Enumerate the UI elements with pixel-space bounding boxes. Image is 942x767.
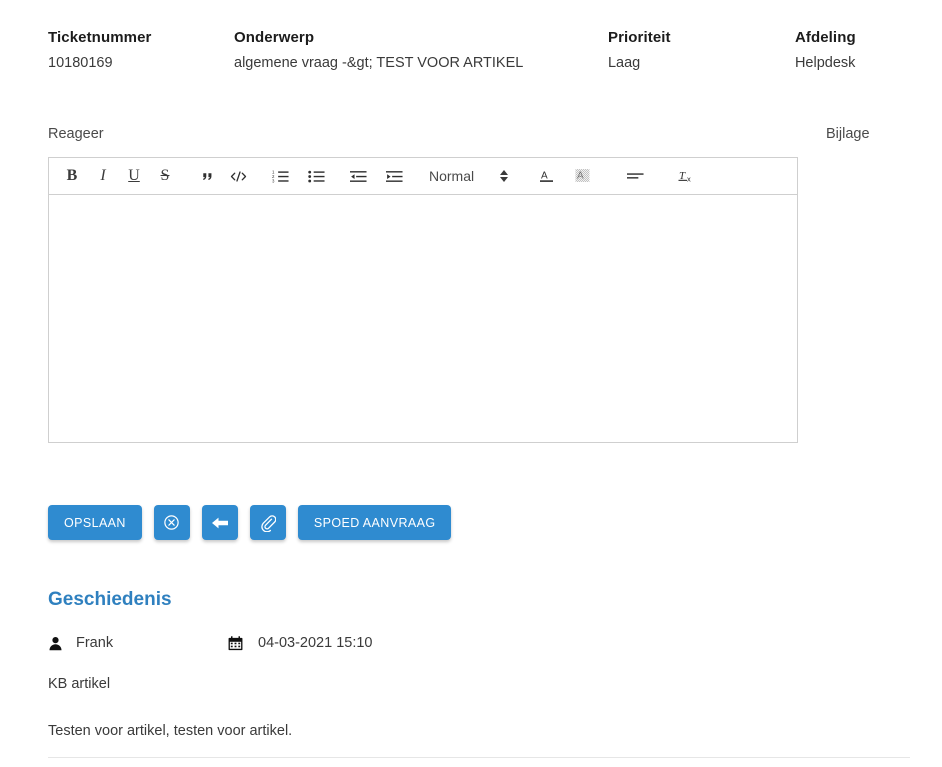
field-onderwerp: Onderwerp algemene vraag -&gt; TEST VOOR… xyxy=(234,28,608,73)
chevron-updown-icon xyxy=(500,170,509,182)
svg-text:3: 3 xyxy=(272,178,275,183)
history-divider xyxy=(48,757,910,758)
history-subject: KB artikel xyxy=(48,676,111,692)
blockquote-icon[interactable] xyxy=(194,163,220,189)
history-entry-meta: Frank 04-03-2021 15:10 xyxy=(48,633,373,653)
svg-text:x: x xyxy=(687,174,691,183)
reply-textarea[interactable] xyxy=(48,195,798,443)
heading-select[interactable]: Normal xyxy=(429,166,509,186)
attach-button[interactable] xyxy=(249,505,286,540)
history-body: Testen voor artikel, testen voor artikel… xyxy=(48,723,293,739)
editor-toolbar: B I U S 1 2 3 Normal A T x xyxy=(48,157,798,195)
history-user: Frank xyxy=(48,633,228,653)
field-label-ticketnummer: Ticketnummer xyxy=(48,29,152,46)
clear-format-icon[interactable]: T x xyxy=(674,163,700,189)
text-color-icon[interactable]: A xyxy=(534,163,560,189)
reply-label: Reageer xyxy=(48,126,104,142)
reply-editor: B I U S 1 2 3 Normal A T x xyxy=(48,157,798,443)
attachment-label: Bijlage xyxy=(826,126,870,142)
bold-icon[interactable]: B xyxy=(59,163,85,189)
urgent-request-button[interactable]: SPOED AANVRAAG xyxy=(297,505,452,540)
history-date-value: 04-03-2021 15:10 xyxy=(258,635,373,651)
calendar-icon xyxy=(228,635,246,651)
highlight-color-icon[interactable]: A xyxy=(570,163,596,189)
ticket-info-header: Ticketnummer 10180169 Onderwerp algemene… xyxy=(48,28,910,73)
outdent-icon[interactable] xyxy=(345,163,371,189)
field-value-ticketnummer: 10180169 xyxy=(48,55,113,71)
code-icon[interactable] xyxy=(225,163,251,189)
history-date: 04-03-2021 15:10 xyxy=(228,633,373,653)
back-button[interactable] xyxy=(201,505,238,540)
field-prioriteit: Prioriteit Laag xyxy=(608,28,795,73)
field-value-onderwerp: algemene vraag -&gt; TEST VOOR ARTIKEL xyxy=(234,55,524,71)
underline-icon[interactable]: U xyxy=(121,163,147,189)
ordered-list-icon[interactable]: 1 2 3 xyxy=(267,163,293,189)
field-label-afdeling: Afdeling xyxy=(794,29,856,46)
field-value-afdeling: Helpdesk xyxy=(794,55,856,71)
save-button[interactable]: OPSLAAN xyxy=(48,505,142,540)
field-value-prioriteit: Laag xyxy=(607,55,641,71)
strikethrough-icon[interactable]: S xyxy=(152,163,178,189)
user-icon xyxy=(48,636,66,651)
history-user-name: Frank xyxy=(76,635,114,651)
history-title: Geschiedenis xyxy=(48,589,172,610)
field-afdeling: Afdeling Helpdesk xyxy=(795,28,910,73)
field-label-onderwerp: Onderwerp xyxy=(234,29,315,46)
field-ticketnummer: Ticketnummer 10180169 xyxy=(48,28,234,73)
italic-icon[interactable]: I xyxy=(90,163,116,189)
field-label-prioriteit: Prioriteit xyxy=(607,29,671,46)
cancel-button[interactable] xyxy=(153,505,190,540)
svg-text:A: A xyxy=(541,171,548,182)
align-icon[interactable] xyxy=(622,163,648,189)
indent-icon[interactable] xyxy=(381,163,407,189)
action-button-bar: OPSLAAN SPOED AANVRAAG xyxy=(48,505,452,540)
bullet-list-icon[interactable] xyxy=(303,163,329,189)
ticket-detail-page: Ticketnummer 10180169 Onderwerp algemene… xyxy=(0,0,942,767)
heading-select-value: Normal xyxy=(429,168,475,184)
